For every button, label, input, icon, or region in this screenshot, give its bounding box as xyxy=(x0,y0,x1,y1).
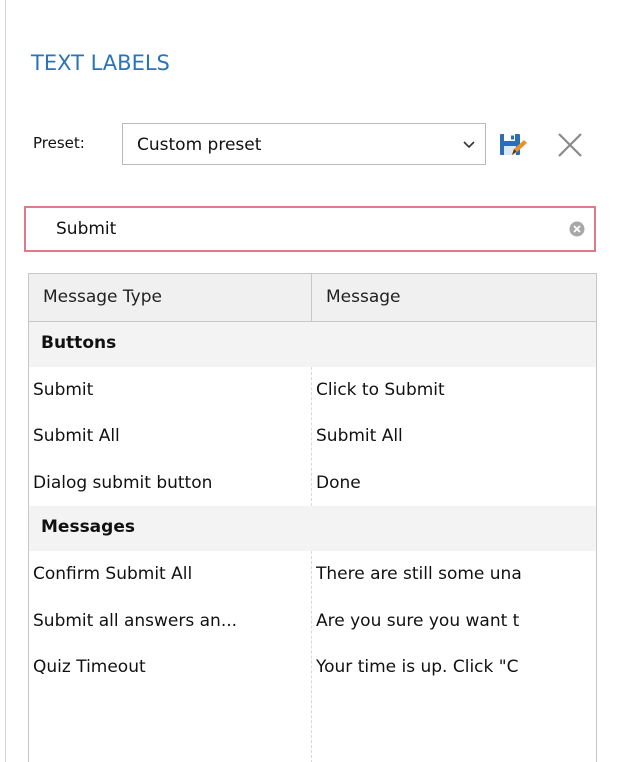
table-header: Message Type Message xyxy=(29,274,596,322)
message-cell[interactable]: There are still some una xyxy=(316,564,596,584)
group-label: Messages xyxy=(41,517,135,537)
table-row[interactable]: Submit All Submit All xyxy=(29,413,596,461)
search-value: Submit xyxy=(56,219,117,239)
message-type-cell: Submit xyxy=(33,380,94,400)
delete-preset-button[interactable] xyxy=(554,129,586,161)
save-preset-button[interactable] xyxy=(497,130,527,160)
message-cell[interactable]: Are you sure you want t xyxy=(316,611,596,631)
group-header-messages: Messages xyxy=(29,506,596,551)
message-type-cell: Submit All xyxy=(33,426,120,446)
column-separator xyxy=(311,367,312,506)
table-row[interactable]: Confirm Submit All There are still some … xyxy=(29,551,596,599)
group-header-buttons: Buttons xyxy=(29,322,596,367)
preset-selected-value: Custom preset xyxy=(137,135,262,155)
preset-label: Preset: xyxy=(33,134,85,152)
message-cell[interactable]: Submit All xyxy=(316,426,596,446)
search-input[interactable]: Submit xyxy=(24,206,596,252)
table-row[interactable]: Submit all answers an... Are you sure yo… xyxy=(29,598,596,646)
panel-divider xyxy=(5,0,6,762)
column-header-message[interactable]: Message xyxy=(326,287,401,307)
column-divider[interactable] xyxy=(311,274,312,322)
message-type-cell: Submit all answers an... xyxy=(33,611,238,631)
close-icon xyxy=(554,133,586,165)
message-cell[interactable]: Your time is up. Click "C xyxy=(316,657,596,677)
panel-title: TEXT LABELS xyxy=(31,51,170,75)
clear-circle-icon[interactable] xyxy=(569,221,585,237)
table-row[interactable]: Quiz Timeout Your time is up. Click "C xyxy=(29,644,596,692)
table-row[interactable]: Dialog submit button Done xyxy=(29,460,596,508)
column-separator xyxy=(311,551,312,762)
column-header-message-type[interactable]: Message Type xyxy=(43,287,162,307)
save-icon xyxy=(497,134,527,164)
preset-dropdown[interactable]: Custom preset xyxy=(122,123,486,165)
message-cell[interactable]: Click to Submit xyxy=(316,380,596,400)
chevron-down-icon xyxy=(461,136,477,152)
message-type-cell: Confirm Submit All xyxy=(33,564,193,584)
message-type-cell: Quiz Timeout xyxy=(33,657,146,677)
messages-table: Message Type Message Buttons Submit Clic… xyxy=(28,273,597,762)
message-cell[interactable]: Done xyxy=(316,473,596,493)
message-type-cell: Dialog submit button xyxy=(33,473,213,493)
table-row[interactable]: Submit Click to Submit xyxy=(29,367,596,415)
group-label: Buttons xyxy=(41,333,117,353)
text-labels-panel: TEXT LABELS Preset: Custom preset Submit xyxy=(0,0,618,762)
